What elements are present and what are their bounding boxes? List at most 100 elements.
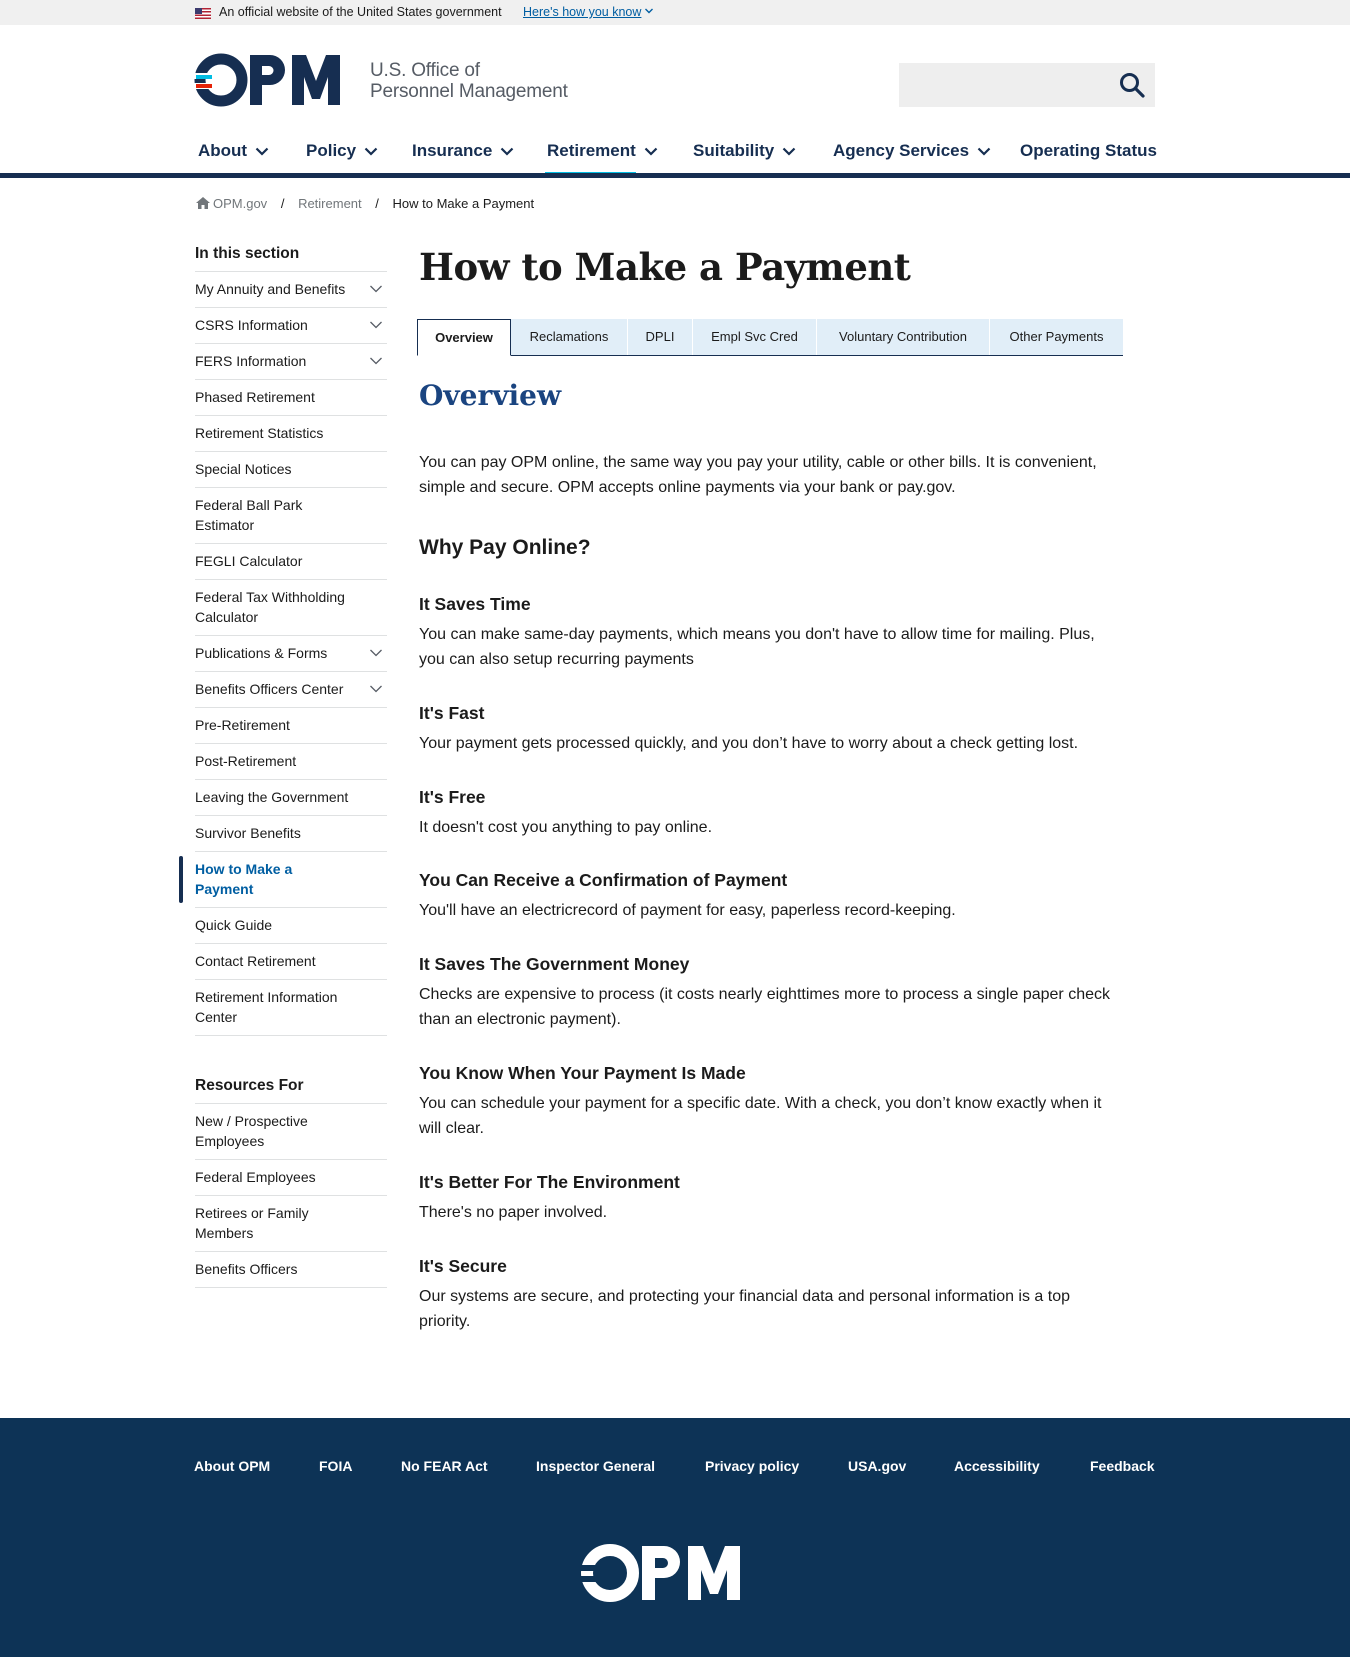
reason-heading: It Saves The Government Money xyxy=(419,954,690,974)
footer-link-inspector-general[interactable]: Inspector General xyxy=(536,1458,655,1474)
chevron-down-icon xyxy=(364,147,378,156)
nav-item-suitability[interactable]: Suitability xyxy=(693,141,796,161)
footer-link-about-opm[interactable]: About OPM xyxy=(194,1458,270,1474)
resources-item[interactable]: Federal Employees xyxy=(195,1160,387,1196)
sidenav-item[interactable]: Federal Tax Withholding Calculator xyxy=(195,580,387,636)
reason-heading: It's Fast xyxy=(419,703,485,723)
nav-item-label: Suitability xyxy=(693,141,775,160)
sidenav-item-label: Federal Ball Park Estimator xyxy=(195,497,303,533)
breadcrumb-separator: / xyxy=(280,196,285,211)
breadcrumb-current: How to Make a Payment xyxy=(392,196,535,211)
expand-chevron-icon[interactable] xyxy=(369,684,383,694)
primary-nav: About Policy Insurance Retirement Suitab… xyxy=(0,132,1350,178)
tab-overview[interactable]: Overview xyxy=(417,319,511,356)
us-flag-icon xyxy=(195,8,211,19)
tab-dpli[interactable]: DPLI xyxy=(628,319,692,355)
footer-link-usa-gov[interactable]: USA.gov xyxy=(848,1458,906,1474)
nav-divider xyxy=(0,173,1350,178)
sidenav-item-label: Leaving the Government xyxy=(195,789,349,805)
why-pay-online-heading: Why Pay Online? xyxy=(419,536,591,559)
nav-item-about[interactable]: About xyxy=(198,141,269,161)
sidenav-item-label: My Annuity and Benefits xyxy=(195,281,346,297)
sidenav-item[interactable]: Pre-Retirement xyxy=(195,708,387,744)
nav-item-operating-status[interactable]: Operating Status xyxy=(1020,141,1157,161)
nav-item-policy[interactable]: Policy xyxy=(306,141,378,161)
footer-link-feedback[interactable]: Feedback xyxy=(1090,1458,1155,1474)
footer-link-no-fear-act[interactable]: No FEAR Act xyxy=(401,1458,488,1474)
sidenav-item[interactable]: FERS Information xyxy=(195,344,387,380)
nav-item-insurance[interactable]: Insurance xyxy=(412,141,514,161)
sidenav-item-label: Retirement Information Center xyxy=(195,989,338,1025)
sidenav-item-label: How to Make a Payment xyxy=(195,861,293,897)
chevron-down-icon xyxy=(255,147,269,156)
heres-how-you-know-link[interactable]: Here's how you know xyxy=(523,5,641,19)
sidenav-item-label: Retirement Statistics xyxy=(195,425,324,441)
nav-item-label: Policy xyxy=(306,141,357,160)
sidenav-list: My Annuity and Benefits CSRS Information F… xyxy=(179,272,387,1036)
tab-reclamations[interactable]: Reclamations xyxy=(511,319,627,355)
sidenav-item[interactable]: Retirement Statistics xyxy=(195,416,387,452)
reason-text: You can schedule your payment for a spec… xyxy=(419,1095,1102,1137)
resources-item[interactable]: New / Prospective Employees xyxy=(195,1104,387,1160)
sidenav-item[interactable]: Retirement Information Center xyxy=(195,980,387,1036)
sidenav-heading: In this section xyxy=(195,245,387,272)
footer-opm-logo[interactable] xyxy=(580,1543,764,1603)
sidenav-item-label: Post-Retirement xyxy=(195,753,297,769)
sidenav-item[interactable]: How to Make a Payment xyxy=(179,852,387,908)
sidenav-item[interactable]: Benefits Officers Center xyxy=(195,672,387,708)
reason-text: You'll have an electricrecord of payment… xyxy=(419,902,956,919)
nav-item-label: Insurance xyxy=(412,141,493,160)
footer-link-foia[interactable]: FOIA xyxy=(319,1458,352,1474)
tab-voluntary-contribution[interactable]: Voluntary Contribution xyxy=(817,319,989,355)
main-content: How to Make a Payment Overview Reclamati… xyxy=(417,245,1124,1330)
chevron-down-icon[interactable] xyxy=(644,5,654,17)
sidenav-item[interactable]: Special Notices xyxy=(195,452,387,488)
intro-paragraph: You can pay OPM online, the same way you… xyxy=(419,454,1097,496)
tab-empl-svc-cred[interactable]: Empl Svc Cred xyxy=(693,319,816,355)
tab-other-payments[interactable]: Other Payments xyxy=(990,319,1123,355)
sidenav-item[interactable]: FEGLI Calculator xyxy=(195,544,387,580)
sidenav-item[interactable]: Federal Ball Park Estimator xyxy=(195,488,387,544)
home-icon xyxy=(196,197,210,209)
reason-heading: You Can Receive a Confirmation of Paymen… xyxy=(419,870,788,890)
sidenav-item[interactable]: Survivor Benefits xyxy=(195,816,387,852)
gov-banner: An official website of the United States… xyxy=(0,0,1350,25)
sidenav-item[interactable]: Publications & Forms xyxy=(195,636,387,672)
footer-link-privacy-policy[interactable]: Privacy policy xyxy=(705,1458,799,1474)
search-button[interactable] xyxy=(1112,69,1152,103)
expand-chevron-icon[interactable] xyxy=(369,356,383,366)
chevron-down-icon xyxy=(977,147,991,156)
reason-heading: It Saves Time xyxy=(419,594,531,614)
footer-link-accessibility[interactable]: Accessibility xyxy=(954,1458,1040,1474)
site-footer: About OPM FOIA No FEAR Act Inspector Gen… xyxy=(0,1418,1350,1657)
sidenav-item[interactable]: Post-Retirement xyxy=(195,744,387,780)
sidenav-item[interactable]: Contact Retirement xyxy=(195,944,387,980)
expand-chevron-icon[interactable] xyxy=(369,320,383,330)
resources-item[interactable]: Retirees or Family Members xyxy=(195,1196,387,1252)
sidenav-item[interactable]: Phased Retirement xyxy=(195,380,387,416)
resources-item[interactable]: Benefits Officers xyxy=(195,1252,387,1288)
gov-banner-text: An official website of the United States… xyxy=(219,5,502,19)
nav-item-label: Agency Services xyxy=(833,141,970,160)
section-sidenav: In this section My Annuity and Benefits C… xyxy=(179,245,387,1036)
sidenav-item[interactable]: My Annuity and Benefits xyxy=(195,272,387,308)
sidenav-item-label: Survivor Benefits xyxy=(195,825,301,841)
nav-item-agency-services[interactable]: Agency Services xyxy=(833,141,991,161)
sidenav-item-label: FEGLI Calculator xyxy=(195,553,303,569)
chevron-down-icon xyxy=(501,147,514,156)
breadcrumb-retirement-link[interactable]: Retirement xyxy=(298,196,362,211)
sidenav-item-label: CSRS Information xyxy=(195,317,308,333)
sidenav-item[interactable]: CSRS Information xyxy=(195,308,387,344)
breadcrumb-home-link[interactable]: OPM.gov xyxy=(213,196,267,211)
sidenav-item-label: Special Notices xyxy=(195,461,292,477)
nav-item-retirement[interactable]: Retirement xyxy=(547,141,658,161)
sidenav-item-label: Benefits Officers Center xyxy=(195,681,344,697)
breadcrumb: OPM.gov / Retirement / How to Make a Pay… xyxy=(196,196,534,211)
sidenav-item[interactable]: Quick Guide xyxy=(195,908,387,944)
sidenav-item-label: FERS Information xyxy=(195,353,307,369)
sidenav-item-label: Quick Guide xyxy=(195,917,273,933)
expand-chevron-icon[interactable] xyxy=(369,648,383,658)
expand-chevron-icon[interactable] xyxy=(369,284,383,294)
sidenav-item[interactable]: Leaving the Government xyxy=(195,780,387,816)
reason-text: It doesn't cost you anything to pay onli… xyxy=(419,819,713,836)
